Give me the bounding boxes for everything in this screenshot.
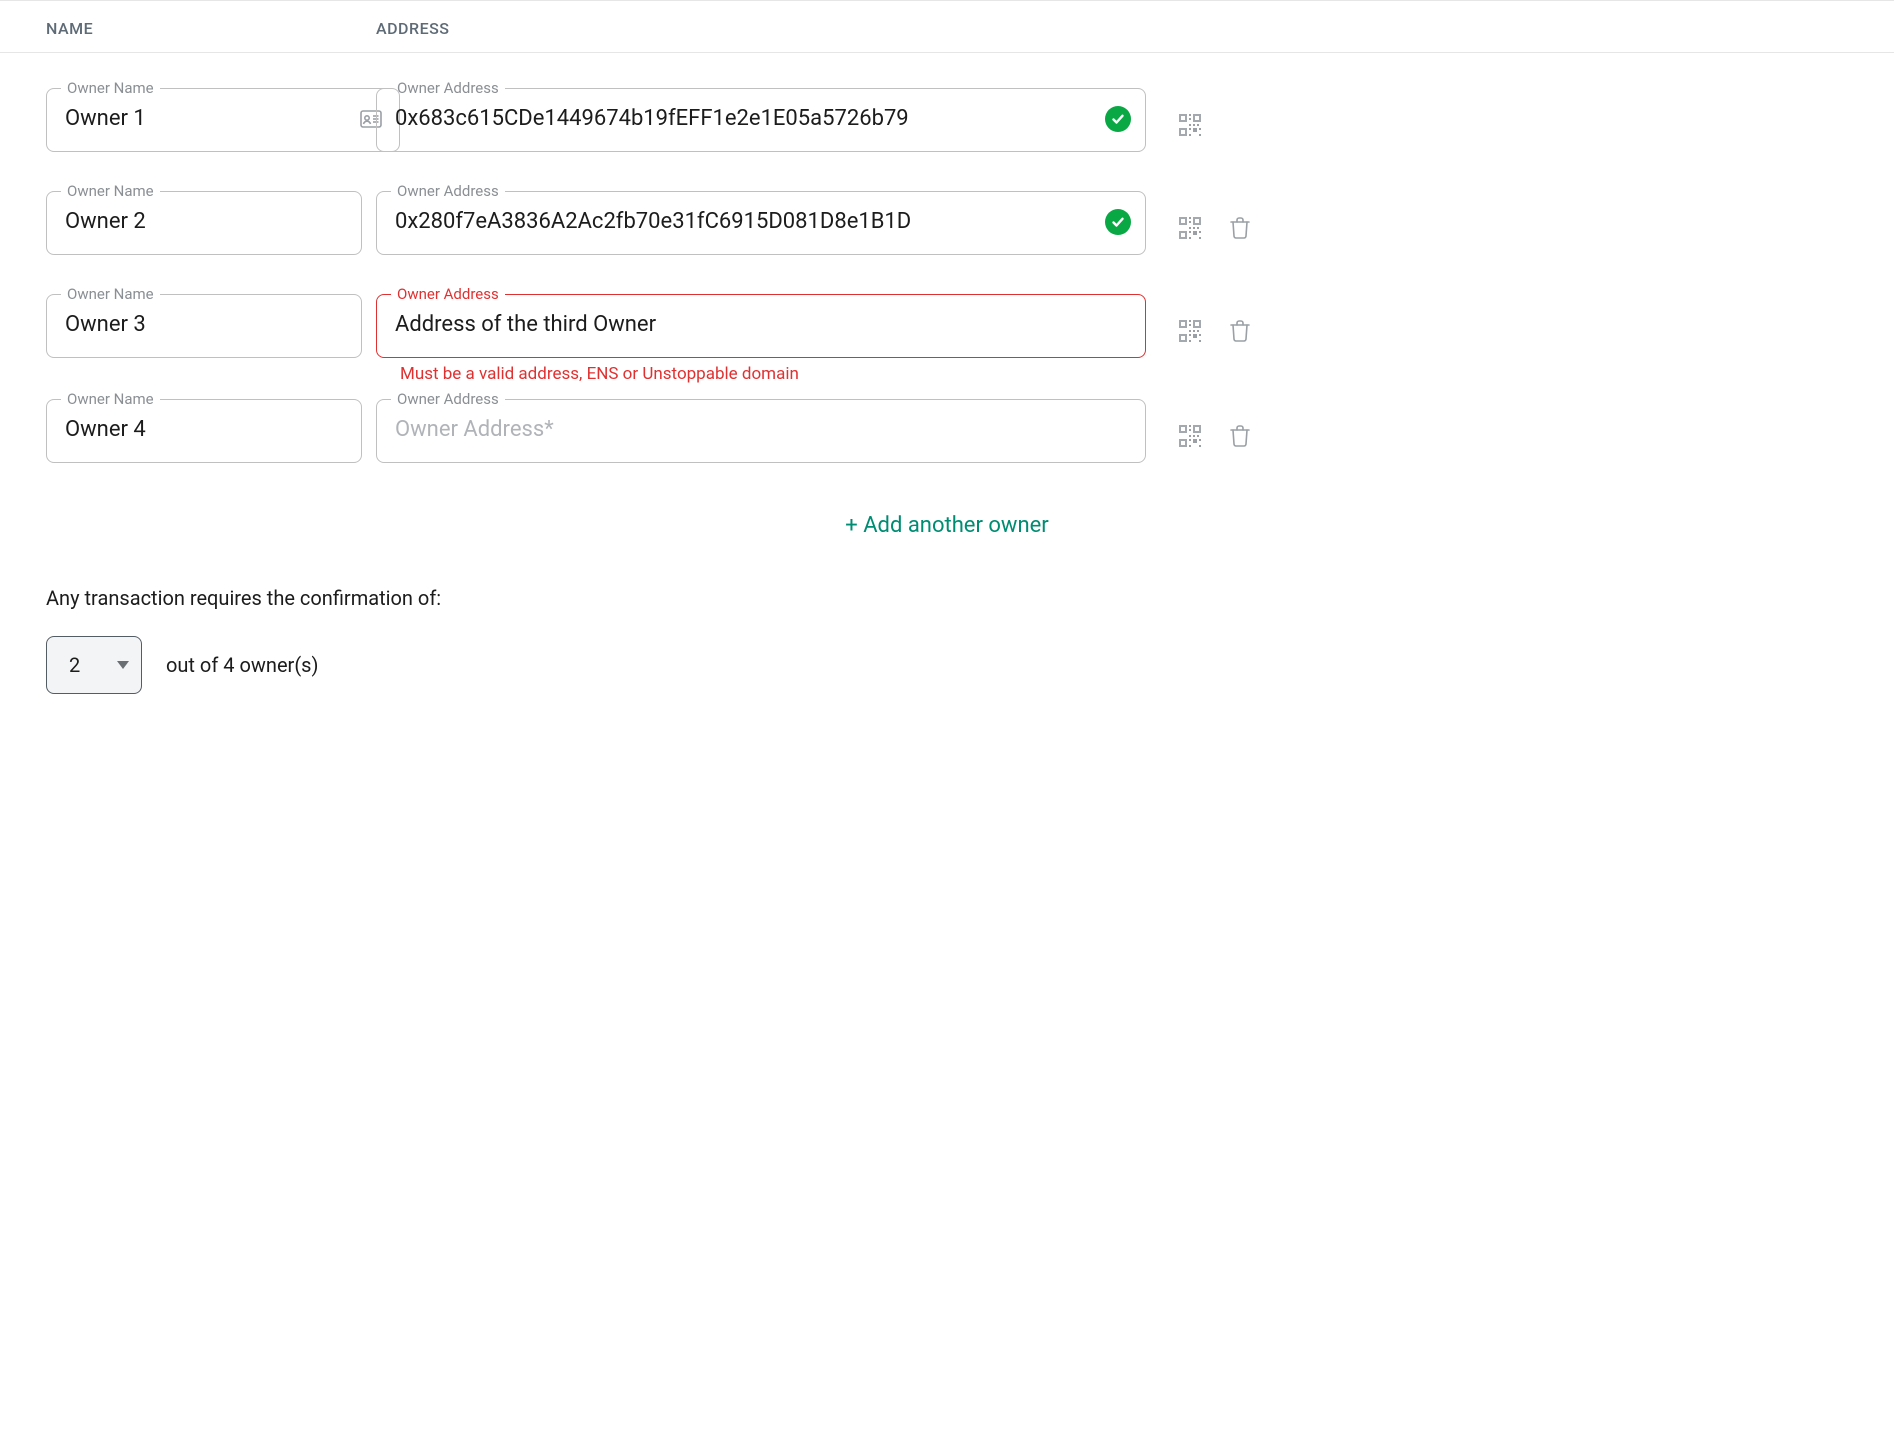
owner-address-field: Owner Address <box>376 184 1146 255</box>
owner-address-legend: Owner Address <box>391 392 505 407</box>
owner-name-input[interactable] <box>61 100 347 137</box>
confirmations-suffix: out of 4 owner(s) <box>166 653 318 677</box>
owners-form: NAME ADDRESS Owner Name <box>0 0 1894 734</box>
owner-address-input[interactable] <box>391 203 1095 240</box>
owner-name-input[interactable] <box>61 203 347 240</box>
owner-row: Owner Name <box>46 81 1848 152</box>
owner-name-field: Owner Name <box>46 392 362 463</box>
owner-address-field: Owner Address <box>376 392 1146 463</box>
owner-row: Owner Name Owner Address <box>46 184 1848 255</box>
confirmation-section: Any transaction requires the confirmatio… <box>0 586 1894 694</box>
qr-icon[interactable] <box>1176 317 1204 345</box>
owner-name-field: Owner Name <box>46 184 362 255</box>
check-icon <box>1105 209 1131 235</box>
table-header: NAME ADDRESS <box>0 0 1894 53</box>
owner-address-input[interactable] <box>391 411 1131 448</box>
owner-address-input[interactable] <box>391 100 1095 137</box>
owner-name-legend: Owner Name <box>61 184 160 199</box>
trash-icon[interactable] <box>1226 214 1254 242</box>
owner-address-field: Owner Address <box>376 287 1146 358</box>
owner-name-field: Owner Name <box>46 287 362 358</box>
confirmations-select[interactable]: 2 <box>46 636 142 694</box>
qr-icon[interactable] <box>1176 111 1204 139</box>
trash-icon[interactable] <box>1226 422 1254 450</box>
confirmations-selected-value: 2 <box>69 653 80 677</box>
owner-rows: Owner Name <box>0 53 1894 463</box>
address-error-message: Must be a valid address, ENS or Unstoppa… <box>376 358 1146 384</box>
add-owner-button[interactable]: + Add another owner <box>0 495 1894 586</box>
owner-address-legend: Owner Address <box>391 287 505 302</box>
column-header-name: NAME <box>46 19 346 38</box>
chevron-down-icon <box>117 661 129 669</box>
check-icon <box>1105 106 1131 132</box>
qr-icon[interactable] <box>1176 214 1204 242</box>
owner-name-legend: Owner Name <box>61 392 160 407</box>
owner-row: Owner Name Owner Address <box>46 392 1848 463</box>
qr-icon[interactable] <box>1176 422 1204 450</box>
owner-name-input[interactable] <box>61 306 347 343</box>
confirmation-label: Any transaction requires the confirmatio… <box>46 586 1848 610</box>
owner-name-legend: Owner Name <box>61 287 160 302</box>
owner-address-input[interactable] <box>391 306 1131 343</box>
owner-name-field: Owner Name <box>46 81 400 152</box>
owner-address-legend: Owner Address <box>391 81 505 96</box>
owner-name-legend: Owner Name <box>61 81 160 96</box>
column-header-address: ADDRESS <box>376 19 1848 38</box>
owner-address-field: Owner Address <box>376 81 1146 152</box>
owner-row: Owner Name Owner Address Must be a valid… <box>46 287 1848 384</box>
owner-name-input[interactable] <box>61 411 347 448</box>
trash-icon[interactable] <box>1226 317 1254 345</box>
owner-address-legend: Owner Address <box>391 184 505 199</box>
